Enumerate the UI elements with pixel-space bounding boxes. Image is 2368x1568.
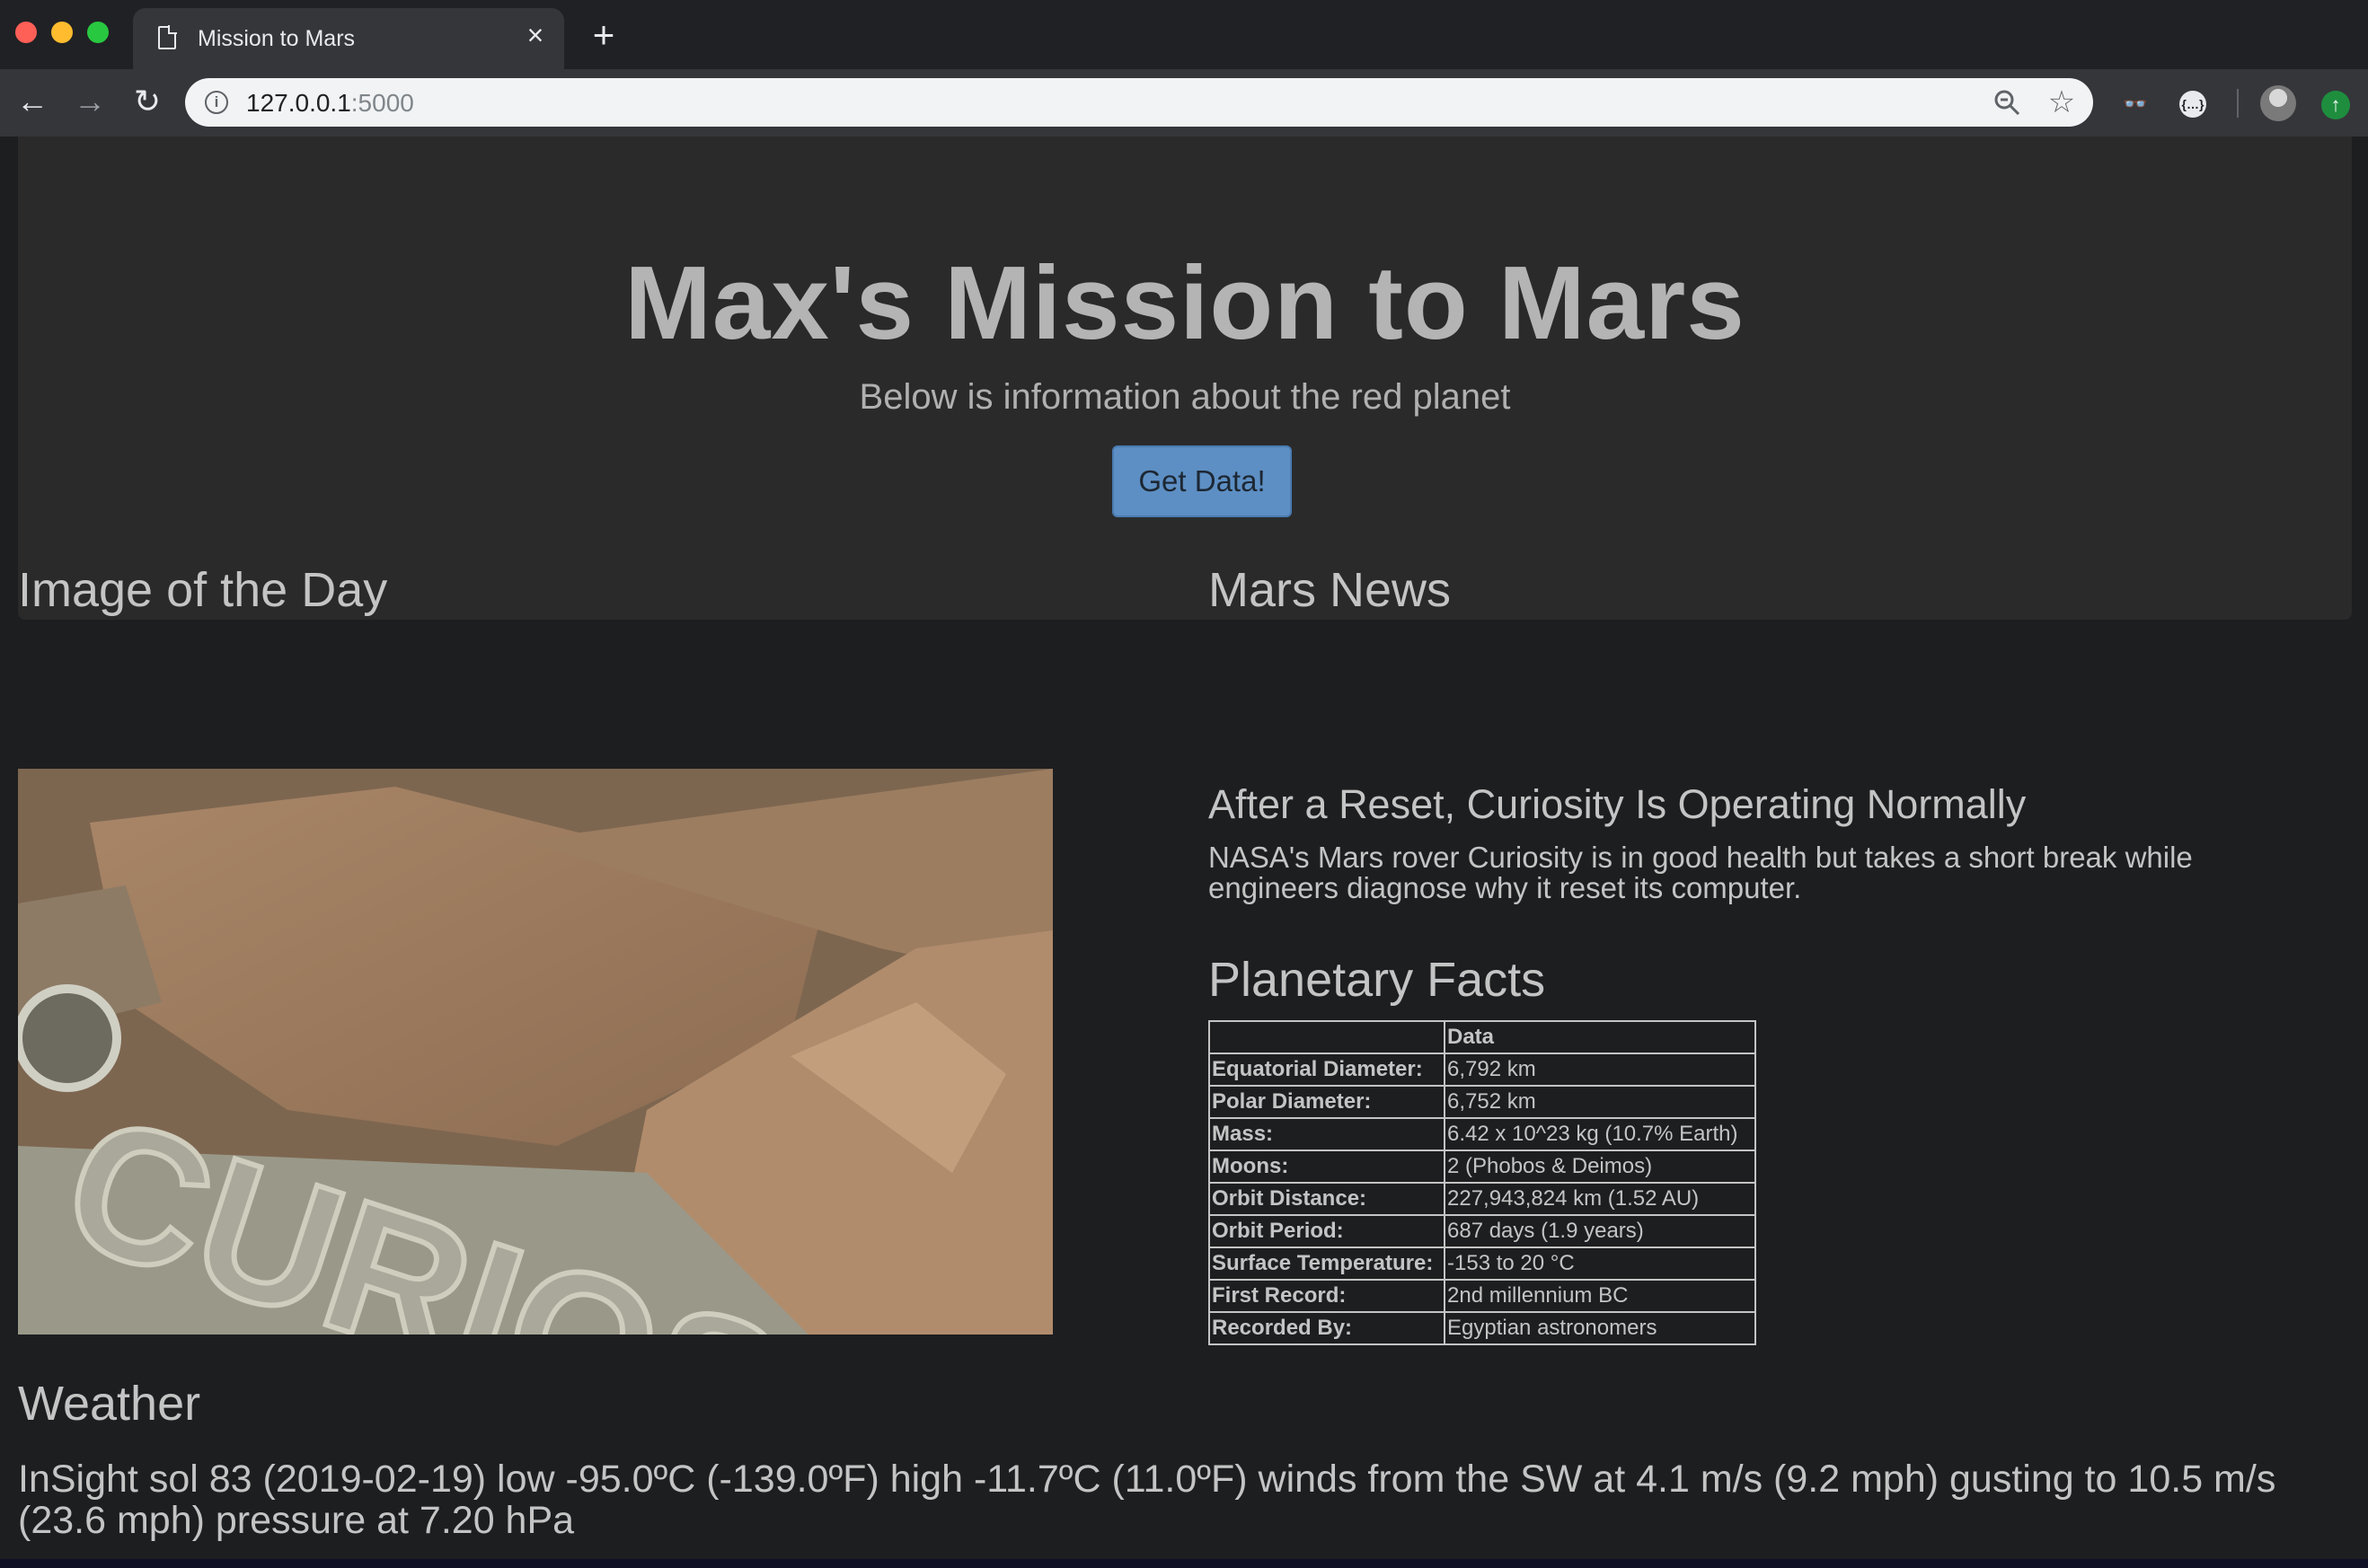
new-tab-button[interactable]: + [586,16,622,54]
fact-label: Surface Temperature: [1208,1246,1445,1281]
news-body: NASA's Mars rover Curiosity is in good h… [1208,841,2193,904]
bookmark-star-icon[interactable]: ☆ [2046,87,2077,118]
table-row: Orbit Period: 687 days (1.9 years) [1208,1214,1756,1248]
fact-label: Equatorial Diameter: [1208,1053,1445,1087]
fact-value: -153 to 20 °C [1444,1246,1756,1281]
page-title: Max's Mission to Mars [624,244,1745,361]
fact-value: 2nd millennium BC [1444,1279,1756,1313]
planetary-facts-table: Data Equatorial Diameter: 6,792 km Polar D… [1208,1020,1756,1345]
table-row: Orbit Distance: 227,943,824 km (1.52 AU) [1208,1182,1756,1216]
fact-label: First Record: [1208,1279,1445,1313]
fact-value: 6.42 x 10^23 kg (10.7% Earth) [1444,1117,1756,1151]
page-viewport: Max's Mission to Mars Below is informati… [0,137,2368,1568]
info-icon[interactable]: i [205,91,228,114]
planetary-facts-heading: Planetary Facts [1208,953,1546,1007]
browser-tab[interactable]: Mission to Mars × [133,8,564,69]
toolbar-divider [2237,89,2239,118]
table-row: Equatorial Diameter: 6,792 km [1208,1053,1756,1087]
fact-value: 227,943,824 km (1.52 AU) [1444,1182,1756,1216]
fact-value: 2 (Phobos & Deimos) [1444,1150,1756,1184]
extension-icon[interactable]: 👓 [2122,91,2149,118]
fact-value: 6,792 km [1444,1053,1756,1087]
table-header-empty [1208,1020,1445,1054]
maximize-window-button[interactable] [87,22,109,43]
fact-label: Orbit Distance: [1208,1182,1445,1216]
jumbotron: Max's Mission to Mars Below is informati… [18,137,2352,620]
reload-icon[interactable]: ↻ [128,82,167,121]
table-header-data: Data [1444,1020,1756,1054]
url-port: :5000 [350,89,414,117]
fact-value: Egyptian astronomers [1444,1311,1756,1345]
zoom-out-icon[interactable] [1992,88,2021,117]
update-arrow-icon[interactable]: ↑ [2321,91,2350,119]
weather-report: InSight sol 83 (2019-02-19) low -95.0ºC … [18,1458,2276,1542]
fact-value: 6,752 km [1444,1085,1756,1119]
fact-label: Moons: [1208,1150,1445,1184]
facts-table-body: Equatorial Diameter: 6,792 km Polar Diamet… [1208,1053,1756,1345]
back-arrow-icon[interactable]: ← [13,82,52,121]
table-row: Moons: 2 (Phobos & Deimos) [1208,1150,1756,1184]
mars-news-heading: Mars News [1208,563,1452,617]
table-row: First Record: 2nd millennium BC [1208,1279,1756,1313]
browser-toolbar: ← → ↻ i 127.0.0.1:5000 ☆ 👓 {…} ↑ [0,69,2368,137]
extension-2-icon[interactable]: {…} [2179,91,2206,118]
fact-label: Orbit Period: [1208,1214,1445,1248]
image-of-day-heading: Image of the Day [18,563,388,617]
table-row: Surface Temperature: -153 to 20 °C [1208,1246,1756,1281]
address-bar[interactable]: i 127.0.0.1:5000 ☆ [185,78,2093,127]
table-row: Polar Diameter: 6,752 km [1208,1085,1756,1119]
featured-mars-image: CURIOS [18,769,1053,1335]
table-header-row: Data [1208,1020,1756,1054]
profile-avatar[interactable] [2260,85,2296,121]
document-icon [158,25,177,49]
fact-label: Mass: [1208,1117,1445,1151]
close-window-button[interactable] [15,22,37,43]
table-row: Mass: 6.42 x 10^23 kg (10.7% Earth) [1208,1117,1756,1151]
fact-label: Polar Diameter: [1208,1085,1445,1119]
get-data-button[interactable]: Get Data! [1112,445,1292,517]
browser-tab-bar: Mission to Mars × + [0,0,2368,69]
minimize-window-button[interactable] [51,22,73,43]
fact-label: Recorded By: [1208,1311,1445,1345]
news-title: After a Reset, Curiosity Is Operating No… [1208,781,2027,827]
forward-arrow-icon[interactable]: → [70,82,110,121]
close-tab-icon[interactable]: × [521,21,550,49]
weather-heading: Weather [18,1377,201,1431]
fact-value: 687 days (1.9 years) [1444,1214,1756,1248]
tab-title: Mission to Mars [198,26,356,51]
page-subtitle: Below is information about the red plane… [859,377,1511,417]
url-text[interactable]: 127.0.0.1:5000 [246,89,414,118]
page-bottom-strip [0,1559,2368,1568]
url-host: 127.0.0.1 [246,89,351,117]
table-row: Recorded By: Egyptian astronomers [1208,1311,1756,1345]
mars-terrain-image: CURIOS [18,769,1053,1335]
